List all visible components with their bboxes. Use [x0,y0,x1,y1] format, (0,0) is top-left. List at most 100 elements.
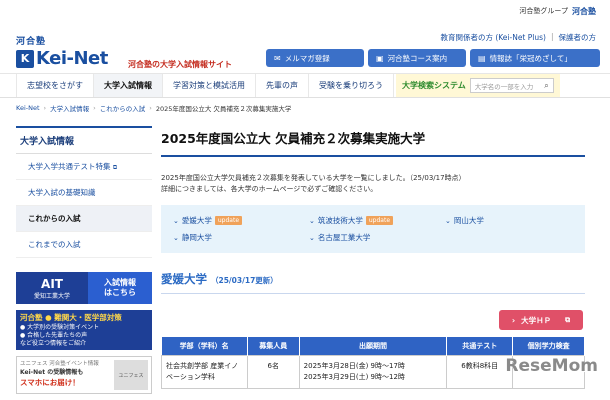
hp-button-label: 大学ＨＰ [521,315,552,325]
header-buttons: ✉ メルマガ登録 ▣ 河合塾コース案内 ▤ 情報誌「栄冠めざして」 [266,49,600,67]
university-link-okayama[interactable]: ⌄ 岡山大学 [445,215,555,226]
newsletter-button[interactable]: ✉ メルマガ登録 [266,49,364,67]
period-line1: 2025年3月28日(金) 9時〜17時 [303,361,405,370]
chevron-right-icon: › [149,104,152,112]
chevron-down-icon: ⌄ [309,233,315,242]
link-educators[interactable]: 教育関係者の方 (Kei-Net Plus) [440,32,546,43]
ait-logo: AIT 愛知工業大学 [16,272,88,304]
magazine-button[interactable]: ▤ 情報誌「栄冠めざして」 [470,49,600,67]
mail-icon: ✉ [274,53,281,63]
intro-text: 2025年度国公立大学欠員補充２次募集を発表している大学を一覧にしました。（25… [161,173,585,195]
main-nav: 志望校をさがす 大学入試情報 学習対策と模試活用 先輩の声 受験を乗り切ろう 大… [0,74,610,98]
line-banner[interactable]: ユニフェス 河合塾イベント情報 Kei-Net の受験情報も スマホにお届け！ … [16,356,152,394]
search-system-label: 大学検索システム [402,81,466,90]
ait-cta-line1: 入試情報 [104,277,136,287]
breadcrumb-home[interactable]: Kei-Net [16,104,40,112]
table-header-row: 学部（学科）名 募集人員 出願期間 共通テスト 個別学力検査 [161,337,585,355]
resemom-watermark: ReseMom [505,356,598,376]
university-link-ehime[interactable]: ⌄ 愛媛大学 update [173,215,309,226]
nav-study-exams[interactable]: 学習対策と模試活用 [163,74,256,97]
university-hp-button[interactable]: › 大学ＨＰ ⧉ [499,310,583,330]
col-header-common-test: 共通テスト [446,337,514,355]
university-name: 筑波技術大学 [317,216,363,226]
university-name: 愛媛大学 [181,216,212,226]
cell-dept: 社会共創学部 産業イノベーション学科 [161,354,248,389]
group-logo[interactable]: 河合塾 [572,6,596,17]
chevron-down-icon: ⌄ [309,216,315,225]
section-updated: （25/03/17更新） [211,276,278,286]
sidebar-item-basics[interactable]: 大学入試の基礎知識 [16,180,152,206]
university-link-tsukuba-tech[interactable]: ⌄ 筑波技術大学 update [309,215,445,226]
search-icon[interactable]: ⌕ [544,81,548,91]
breadcrumb-admission[interactable]: 大学入試情報 [50,103,89,113]
medical-banner-heading: 河合塾 ● 難関大・医学部対策 [20,313,122,322]
cell-capacity: 6名 [246,354,300,389]
university-list: ⌄ 愛媛大学 update ⌄ 筑波技術大学 update ⌄ 岡山大学 ⌄ 静… [161,205,585,254]
logo-wordmark: Kei-Net [36,48,108,69]
search-input[interactable]: 大学名の一部を入力 ⌕ [469,78,554,93]
line-banner-line1: Kei-Net の受験情報も [20,369,84,377]
update-badge: update [365,216,394,226]
line-banner-line2: スマホにお届け！ [20,378,80,388]
chevron-down-icon: ⌄ [445,216,451,225]
university-name: 静岡大学 [181,233,212,243]
main-content: 2025年度国公立大 欠員補充２次募集実施大学 2025年度国公立大学欠員補充２… [161,126,585,389]
breadcrumb-upcoming[interactable]: これからの入試 [100,103,146,113]
university-search: 大学検索システム 大学名の一部を入力 ⌕ [396,74,560,97]
chevron-right-icon: › [511,315,516,325]
ait-cta: 入試情報 はこちら [88,272,152,304]
external-link-icon: ⧉ [112,164,118,171]
update-badge: update [214,216,243,226]
line-banner-text: ユニフェス 河合塾イベント情報 Kei-Net の受験情報も スマホにお届け！ [20,360,112,390]
section-heading: 愛媛大学 （25/03/17更新） [161,271,585,287]
course-guide-label: 河合塾コース案内 [387,53,448,63]
sidebar-item-past[interactable]: これまでの入試 [16,232,152,258]
nav-admission-info[interactable]: 大学入試情報 [94,74,163,97]
medical-banner-line1: ● 大学別の受験対策イベント [20,323,100,331]
section-divider [161,293,585,295]
chevron-down-icon: ⌄ [173,233,179,242]
university-link-shizuoka[interactable]: ⌄ 静岡大学 [173,232,309,243]
utility-links: 教育関係者の方 (Kei-Net Plus) | 保護者の方 [440,32,596,43]
university-name: 岡山大学 [453,216,484,226]
sidebar: 大学入試情報 大学入学共通テスト特集 ⧉ 大学入試の基礎知識 これからの入試 こ… [16,126,152,394]
chevron-right-icon: › [43,104,47,112]
kawai-logo-text[interactable]: 河合塾 [16,34,46,47]
chevron-down-icon: ⌄ [173,216,179,225]
intro-line2: 詳細につきましては、各大学のホームページで必ずご確認ください。 [161,185,378,194]
line-banner-top: ユニフェス 河合塾イベント情報 [20,361,99,367]
nav-survive-exams[interactable]: 受験を乗り切ろう [309,74,394,97]
kei-net-logo[interactable]: K Kei-Net [16,48,108,69]
medical-school-banner[interactable]: 河合塾 ● 難関大・医学部対策 ● 大学別の受験対策イベント ● 合格した先輩た… [16,310,152,350]
intro-line1: 2025年度国公立大学欠員補充２次募集を発表している大学を一覧にしました。（25… [161,174,466,182]
col-header-dept: 学部（学科）名 [161,337,248,355]
ait-banner[interactable]: AIT 愛知工業大学 入試情報 はこちら [16,272,152,304]
magazine-label: 情報誌「栄冠めざして」 [489,53,572,63]
nav-find-university[interactable]: 志望校をさがす [16,74,94,97]
school-icon: ▣ [376,53,384,63]
cell-common-test: 6教科8科目 [446,354,514,389]
ait-cta-line2: はこちら [104,288,136,297]
sidebar-item-label: 大学入学共通テスト特集 [28,162,111,171]
period-line2: 2025年3月29日(土) 9時〜12時 [303,372,405,381]
breadcrumb-current: 2025年度国公立大 欠員補充２次募集実施大学 [155,105,292,113]
link-parents[interactable]: 保護者の方 [559,32,597,43]
sidebar-item-common-test[interactable]: 大学入学共通テスト特集 ⧉ [16,154,152,180]
newsletter-label: メルマガ登録 [284,53,330,63]
unifes-image: ユニフェス [114,360,148,390]
search-placeholder: 大学名の一部を入力 [474,82,534,91]
col-header-individual-exam: 個別学力検査 [512,337,585,355]
breadcrumb: Kei-Net › 大学入試情報 › これからの入試 › 2025年度国公立大 … [0,98,610,118]
book-icon: ▤ [478,53,486,63]
col-header-period: 出願期間 [299,337,448,355]
separator: | [550,32,554,41]
nav-senior-voices[interactable]: 先輩の声 [256,74,309,97]
course-guide-button[interactable]: ▣ 河合塾コース案内 [368,49,466,67]
university-link-nagoya-tech[interactable]: ⌄ 名古屋工業大学 [309,232,445,243]
sidebar-item-upcoming[interactable]: これからの入試 [16,206,152,232]
sidebar-title: 大学入試情報 [16,126,152,154]
medical-banner-line3: など役立つ情報をご紹介 [20,340,87,348]
site-tagline: 河合塾の大学入試情報サイト [128,60,232,69]
page-title: 2025年度国公立大 欠員補充２次募集実施大学 [161,126,585,157]
col-header-capacity: 募集人員 [247,337,300,355]
